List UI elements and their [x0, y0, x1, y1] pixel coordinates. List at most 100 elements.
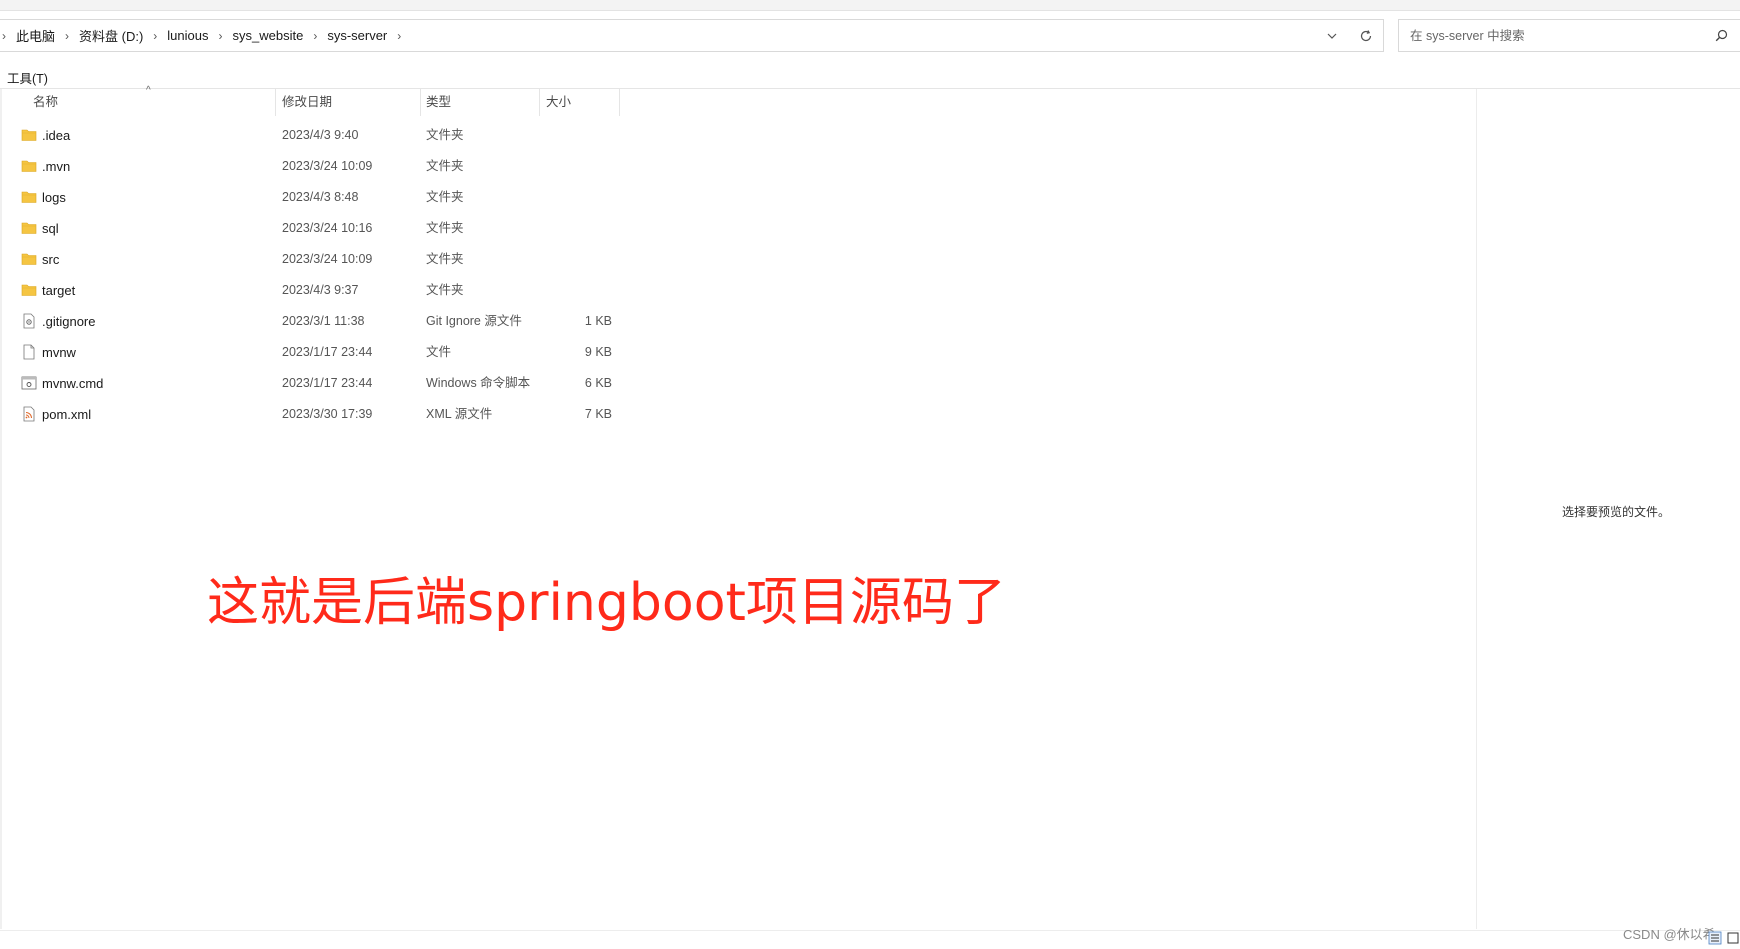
folder-icon [21, 160, 37, 172]
column-resize-handle[interactable] [619, 89, 620, 116]
file-date: 2023/4/3 9:37 [282, 283, 359, 297]
file-name: logs [42, 190, 66, 205]
file-size [530, 244, 612, 275]
watermark: CSDN @休以希 [1623, 927, 1716, 942]
search-button[interactable] [1702, 29, 1740, 42]
file-date: 2023/3/24 10:09 [282, 159, 373, 173]
file-date: 2023/1/17 23:44 [282, 376, 373, 390]
file-name: mvnw [42, 345, 76, 360]
column-header-type[interactable]: 类型 [426, 89, 451, 115]
window-top-strip [0, 0, 1740, 11]
details-view-icon[interactable] [1708, 931, 1722, 945]
folder-icon [21, 253, 37, 265]
file-type: 文件夹 [426, 221, 464, 235]
column-header-name[interactable]: 名称 [33, 89, 58, 115]
file-type: Windows 命令脚本 [426, 376, 531, 390]
file-name: .gitignore [42, 314, 96, 329]
script-file-icon [21, 376, 37, 390]
file-type: 文件夹 [426, 252, 464, 266]
search-box[interactable] [1398, 19, 1740, 52]
file-name: .idea [42, 128, 71, 143]
search-icon [1715, 29, 1727, 42]
refresh-button[interactable] [1349, 20, 1383, 51]
file-size [530, 275, 612, 306]
annotation-text: 这就是后端springboot项目源码了 [207, 573, 1006, 633]
folder-icon [21, 222, 37, 234]
folder-icon [21, 191, 37, 203]
file-size: 1 KB [584, 314, 612, 328]
file-size [530, 120, 612, 151]
breadcrumb-sys-server[interactable]: sys-server [327, 28, 387, 43]
file-row[interactable]: mvnw.cmd 2023/1/17 23:44 Windows 命令脚本 6 … [0, 368, 640, 399]
column-header-date[interactable]: 修改日期 [282, 89, 332, 115]
breadcrumb-lunious[interactable]: lunious [167, 28, 208, 43]
file-size: 9 KB [584, 345, 612, 359]
file-date: 2023/3/1 11:38 [282, 314, 365, 328]
chevron-right-icon[interactable]: › [2, 29, 6, 43]
file-row[interactable]: .mvn 2023/3/24 10:09 文件夹 [0, 151, 640, 182]
folder-icon [21, 284, 37, 296]
chevron-right-icon[interactable]: › [397, 29, 401, 43]
breadcrumb-this-pc[interactable]: 此电脑 [16, 26, 55, 45]
file-date: 2023/3/24 10:09 [282, 252, 373, 266]
file-row[interactable]: .gitignore 2023/3/1 11:38 Git Ignore 源文件… [0, 306, 640, 337]
file-row[interactable]: logs 2023/4/3 8:48 文件夹 [0, 182, 640, 213]
file-type: 文件夹 [426, 128, 464, 142]
file-name: mvnw.cmd [42, 376, 104, 391]
blank-file-icon [23, 344, 35, 360]
folder-icon [21, 129, 37, 141]
search-input[interactable] [1408, 27, 1702, 44]
chevron-down-icon [1327, 33, 1337, 39]
chevron-right-icon[interactable]: › [153, 29, 157, 43]
chevron-right-icon[interactable]: › [313, 29, 317, 43]
history-dropdown-button[interactable] [1315, 20, 1349, 51]
file-type: 文件夹 [426, 190, 464, 204]
chevron-right-icon[interactable]: › [65, 29, 69, 43]
chevron-right-icon[interactable]: › [219, 29, 223, 43]
file-size [530, 213, 612, 244]
file-row[interactable]: src 2023/3/24 10:09 文件夹 [0, 244, 640, 275]
breadcrumb-sys-website[interactable]: sys_website [233, 28, 304, 43]
file-type: Git Ignore 源文件 [426, 314, 522, 328]
status-bar-divider [0, 930, 1740, 931]
column-resize-handle[interactable] [275, 89, 276, 116]
file-type: 文件夹 [426, 283, 464, 297]
file-date: 2023/1/17 23:44 [282, 345, 373, 359]
file-row[interactable]: pom.xml 2023/3/30 17:39 XML 源文件 7 KB [0, 399, 640, 430]
file-date: 2023/4/3 8:48 [282, 190, 359, 204]
column-resize-handle[interactable] [420, 89, 421, 116]
large-icons-view-icon[interactable] [1726, 931, 1740, 945]
file-date: 2023/4/3 9:40 [282, 128, 359, 142]
file-type: 文件 [426, 345, 452, 359]
column-header-row: ^ 名称 修改日期 类型 大小 [0, 85, 620, 119]
file-date: 2023/3/30 17:39 [282, 407, 373, 421]
file-size [530, 182, 612, 213]
column-header-size[interactable]: 大小 [546, 89, 571, 115]
file-row[interactable]: mvnw 2023/1/17 23:44 文件 9 KB [0, 337, 640, 368]
file-name: .mvn [42, 159, 71, 174]
breadcrumb-drive-d[interactable]: 资料盘 (D:) [79, 26, 143, 45]
file-name: src [42, 252, 60, 267]
file-size [530, 151, 612, 182]
preview-pane-divider[interactable] [1476, 89, 1477, 929]
file-date: 2023/3/24 10:16 [282, 221, 373, 235]
file-row[interactable]: sql 2023/3/24 10:16 文件夹 [0, 213, 640, 244]
file-type: 文件夹 [426, 159, 464, 173]
file-row[interactable]: .idea 2023/4/3 9:40 文件夹 [0, 120, 640, 151]
menu-tools[interactable]: 工具(T) [7, 68, 48, 87]
file-name: pom.xml [42, 407, 92, 422]
file-size: 7 KB [584, 407, 612, 421]
file-type: XML 源文件 [426, 407, 493, 421]
file-row[interactable]: target 2023/4/3 9:37 文件夹 [0, 275, 640, 306]
refresh-icon [1360, 29, 1372, 41]
file-name: sql [42, 221, 59, 236]
file-name: target [42, 283, 76, 298]
preview-pane-message: 选择要预览的文件。 [1562, 505, 1671, 519]
sort-ascending-icon: ^ [146, 85, 151, 96]
column-resize-handle[interactable] [539, 89, 540, 116]
address-bar[interactable]: › 此电脑 › 资料盘 (D:) › lunious › sys_website… [0, 19, 1384, 52]
xml-file-icon [23, 406, 35, 422]
file-size: 6 KB [584, 376, 612, 390]
gear-file-icon [23, 313, 35, 329]
view-toggle-group [1708, 931, 1740, 945]
